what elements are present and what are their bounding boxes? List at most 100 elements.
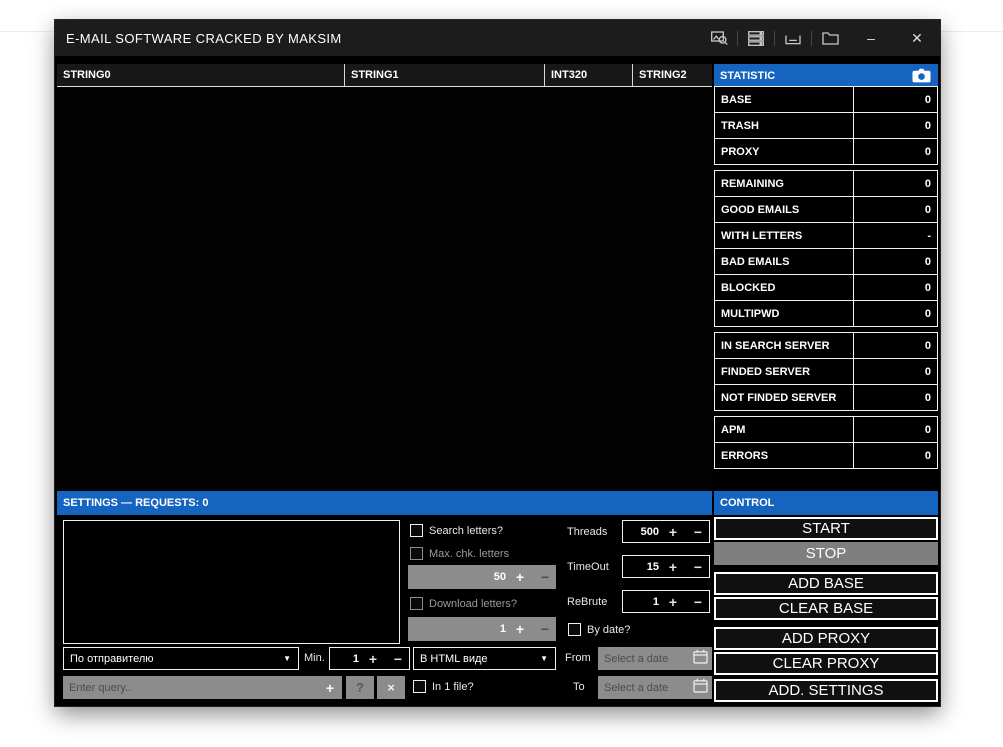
- timeout-label: TimeOut: [567, 561, 609, 573]
- timeout-stepper[interactable]: 15 + −: [622, 555, 710, 578]
- max-chk-letters-checkbox[interactable]: Max. chk. letters: [410, 547, 509, 560]
- column-header-string2[interactable]: STRING2: [633, 64, 712, 86]
- checkbox-label: Download letters?: [429, 598, 517, 610]
- query-input-wrap: +: [63, 676, 342, 699]
- add-settings-button[interactable]: ADD. SETTINGS: [714, 679, 938, 702]
- stop-button[interactable]: STOP: [714, 542, 938, 565]
- plus-icon[interactable]: +: [359, 651, 387, 667]
- stat-value: 0: [853, 332, 938, 359]
- datepicker-placeholder: Select a date: [604, 682, 693, 694]
- add-query-icon[interactable]: +: [318, 680, 342, 696]
- stat-value: -: [853, 222, 938, 249]
- checkbox-label: Search letters?: [429, 525, 503, 537]
- stat-value: 0: [853, 358, 938, 385]
- clear-proxy-button[interactable]: CLEAR PROXY: [714, 652, 938, 675]
- statistic-panel: STATISTIC BASE 0 TRASH 0 PROXY 0 REMAINI…: [714, 64, 938, 469]
- minimize-button[interactable]: –: [848, 20, 894, 56]
- add-proxy-button[interactable]: ADD PROXY: [714, 627, 938, 650]
- stat-label: FINDED SERVER: [714, 358, 854, 385]
- image-search-icon[interactable]: [701, 20, 737, 56]
- minus-icon[interactable]: −: [687, 559, 709, 575]
- folder-icon[interactable]: [812, 20, 848, 56]
- in-1-file-checkbox[interactable]: In 1 file?: [413, 680, 474, 693]
- stat-label: ERRORS: [714, 442, 854, 469]
- date-from-picker[interactable]: Select a date: [598, 647, 712, 670]
- plus-icon[interactable]: +: [659, 594, 687, 610]
- close-button[interactable]: ✕: [894, 20, 940, 56]
- calendar-icon[interactable]: [693, 649, 708, 669]
- dropdown-value: В HTML виде: [420, 653, 488, 665]
- stat-value: 0: [853, 138, 938, 165]
- max-letters-stepper[interactable]: 50 + −: [408, 565, 556, 589]
- stat-label: BAD EMAILS: [714, 248, 854, 275]
- clear-base-button[interactable]: CLEAR BASE: [714, 597, 938, 620]
- stat-value: 0: [853, 416, 938, 443]
- query-listbox[interactable]: [63, 520, 400, 644]
- add-base-button[interactable]: ADD BASE: [714, 572, 938, 595]
- start-button[interactable]: START: [714, 517, 938, 540]
- stat-row: ERRORS 0: [714, 442, 938, 469]
- stat-row: GOOD EMAILS 0: [714, 196, 938, 223]
- stat-row: TRASH 0: [714, 112, 938, 139]
- threads-label: Threads: [567, 526, 607, 538]
- plus-icon[interactable]: +: [659, 559, 687, 575]
- camera-icon[interactable]: [909, 67, 933, 84]
- stat-value: 0: [853, 300, 938, 327]
- stepper-value: 1: [623, 596, 659, 608]
- plus-icon[interactable]: +: [506, 569, 534, 585]
- checkbox-label: Max. chk. letters: [429, 548, 509, 560]
- stat-value: 0: [853, 442, 938, 469]
- format-dropdown[interactable]: В HTML виде ▼: [413, 647, 556, 670]
- stat-value: 0: [853, 112, 938, 139]
- titlebar-actions: – ✕: [701, 20, 940, 56]
- plus-icon[interactable]: +: [659, 524, 687, 540]
- minus-icon[interactable]: −: [687, 594, 709, 610]
- results-table-header: STRING0 STRING1 INT320 STRING2: [57, 64, 712, 87]
- results-table-body[interactable]: [57, 87, 712, 491]
- from-label: From: [565, 652, 591, 664]
- by-date-checkbox[interactable]: By date?: [568, 623, 630, 636]
- checkbox-box: [413, 680, 426, 693]
- stat-label: WITH LETTERS: [714, 222, 854, 249]
- stat-label: IN SEARCH SERVER: [714, 332, 854, 359]
- download-letters-checkbox[interactable]: Download letters?: [410, 597, 517, 610]
- help-button[interactable]: ?: [346, 676, 374, 699]
- clear-query-button[interactable]: ×: [377, 676, 405, 699]
- minus-icon[interactable]: −: [687, 524, 709, 540]
- threads-stepper[interactable]: 500 + −: [622, 520, 710, 543]
- chevron-down-icon: ▼: [540, 654, 548, 663]
- sender-dropdown[interactable]: По отправителю ▼: [63, 647, 299, 670]
- server-rows-icon[interactable]: [738, 20, 774, 56]
- stat-label: TRASH: [714, 112, 854, 139]
- window-title: E-MAIL SOFTWARE CRACKED BY MAKSIM: [66, 31, 342, 46]
- stepper-value: 500: [623, 526, 659, 538]
- stat-row: BASE 0: [714, 86, 938, 113]
- plus-icon[interactable]: +: [506, 621, 534, 637]
- column-header-string0[interactable]: STRING0: [57, 64, 345, 86]
- date-to-picker[interactable]: Select a date: [598, 676, 712, 699]
- checkbox-label: In 1 file?: [432, 681, 474, 693]
- stepper-value: 1: [408, 623, 506, 635]
- minus-icon[interactable]: −: [534, 569, 556, 585]
- chevron-down-icon: ▼: [283, 654, 291, 663]
- search-letters-checkbox[interactable]: Search letters?: [410, 524, 503, 537]
- min-stepper[interactable]: 1 + −: [329, 647, 410, 670]
- stat-label: PROXY: [714, 138, 854, 165]
- rebrute-label: ReBrute: [567, 596, 607, 608]
- stat-value: 0: [853, 248, 938, 275]
- stepper-value: 15: [623, 561, 659, 573]
- stat-row: FINDED SERVER 0: [714, 358, 938, 385]
- tray-icon[interactable]: [775, 20, 811, 56]
- rebrute-stepper[interactable]: 1 + −: [622, 590, 710, 613]
- minus-icon[interactable]: −: [387, 651, 409, 667]
- stat-row: WITH LETTERS -: [714, 222, 938, 249]
- minus-icon[interactable]: −: [534, 621, 556, 637]
- download-count-stepper[interactable]: 1 + −: [408, 617, 556, 641]
- column-header-string1[interactable]: STRING1: [345, 64, 545, 86]
- column-header-int320[interactable]: INT320: [545, 64, 633, 86]
- stat-row: APM 0: [714, 416, 938, 443]
- statistic-header: STATISTIC: [714, 64, 938, 87]
- calendar-icon[interactable]: [693, 678, 708, 698]
- query-input[interactable]: [63, 682, 318, 694]
- checkbox-box: [568, 623, 581, 636]
